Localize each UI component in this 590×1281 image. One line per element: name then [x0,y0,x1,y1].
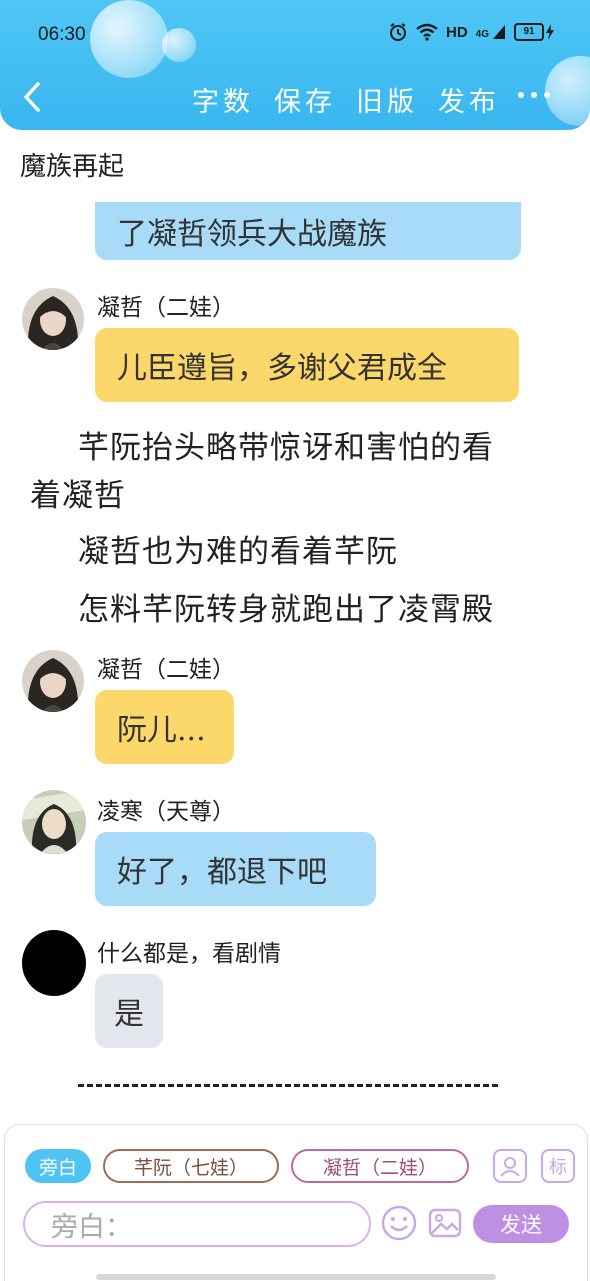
composer-panel: 旁白 芊阮（七娃） 凝哲（二娃） 标 旁白： 发送 [4,1124,588,1281]
tag-icon[interactable]: 标 [541,1149,575,1183]
emoji-icon[interactable] [381,1205,417,1241]
role-chip-ningzhe[interactable]: 凝哲（二娃） [291,1149,469,1183]
top-header: 06:30 HD 4G 91 字数 保存 旧版 发布 [0,0,590,130]
message-text: 是 [114,997,144,1032]
status-icons: HD 4G 91 [388,22,554,42]
avatar-ningzhe[interactable] [22,288,84,350]
chapter-title: 魔族再起 [20,152,125,182]
word-count-button[interactable]: 字数 [192,80,254,119]
message-bubble[interactable]: 是 [95,974,163,1048]
battery-level: 91 [514,23,544,41]
speaker-name: 凌寒（天尊） [97,799,235,825]
speaker-name: 凝哲（二娃） [97,295,235,321]
message-bubble[interactable]: 儿臣遵旨，多谢父君成全 [95,328,519,402]
input-placeholder: 旁白： [51,1211,132,1243]
image-icon[interactable] [427,1205,463,1241]
bubble-decoration [90,0,168,78]
alarm-icon [389,23,406,41]
status-time: 06:30 [38,24,86,45]
avatar-black[interactable] [22,930,86,996]
speaker-name: 凝哲（二娃） [97,657,235,683]
narration-input[interactable]: 旁白： [23,1201,371,1247]
back-arrow-icon[interactable] [20,80,44,114]
old-version-button[interactable]: 旧版 [356,80,418,119]
message-bubble[interactable]: 好了，都退下吧 [95,832,376,906]
wifi-icon [416,23,438,41]
role-chip-narration[interactable]: 旁白 [25,1149,91,1183]
narration-line: 怎料芊阮转身就跑出了凌霄殿 [78,592,494,628]
toolbar: 字数 保存 旧版 发布 [192,80,500,119]
message-text: 了凝哲领兵大战魔族 [117,217,387,252]
battery-icon: 91 [514,23,554,41]
bubble-decoration [545,56,590,126]
message-bubble[interactable]: 了凝哲领兵大战魔族 [95,202,521,260]
speaker-name: 什么都是，看剧情 [97,941,281,967]
more-options-icon[interactable] [518,92,552,102]
signal-label: 4G [475,29,489,40]
avatar-linghan[interactable] [22,790,86,854]
narration-line: 着凝哲 [30,478,126,514]
save-button[interactable]: 保存 [274,80,336,119]
message-text: 儿臣遵旨，多谢父君成全 [117,351,447,386]
divider-line [78,1084,498,1087]
character-manage-icon[interactable] [493,1149,527,1183]
message-bubble[interactable]: 阮儿... [95,690,234,764]
narration-line: 凝哲也为难的看着芊阮 [78,534,398,570]
gesture-nav-bar[interactable] [96,1274,496,1280]
network-label: HD [445,23,468,41]
send-button[interactable]: 发送 [473,1205,569,1243]
narration-line: 芊阮抬头略带惊讶和害怕的看 [78,430,494,466]
avatar-ningzhe[interactable] [22,650,84,712]
message-text: 阮儿... [117,713,206,748]
message-text: 好了，都退下吧 [117,855,327,890]
publish-button[interactable]: 发布 [438,80,500,119]
bubble-decoration [162,28,196,62]
role-chip-qianruan[interactable]: 芊阮（七娃） [103,1149,279,1183]
signal-icon: 4G [476,24,506,40]
